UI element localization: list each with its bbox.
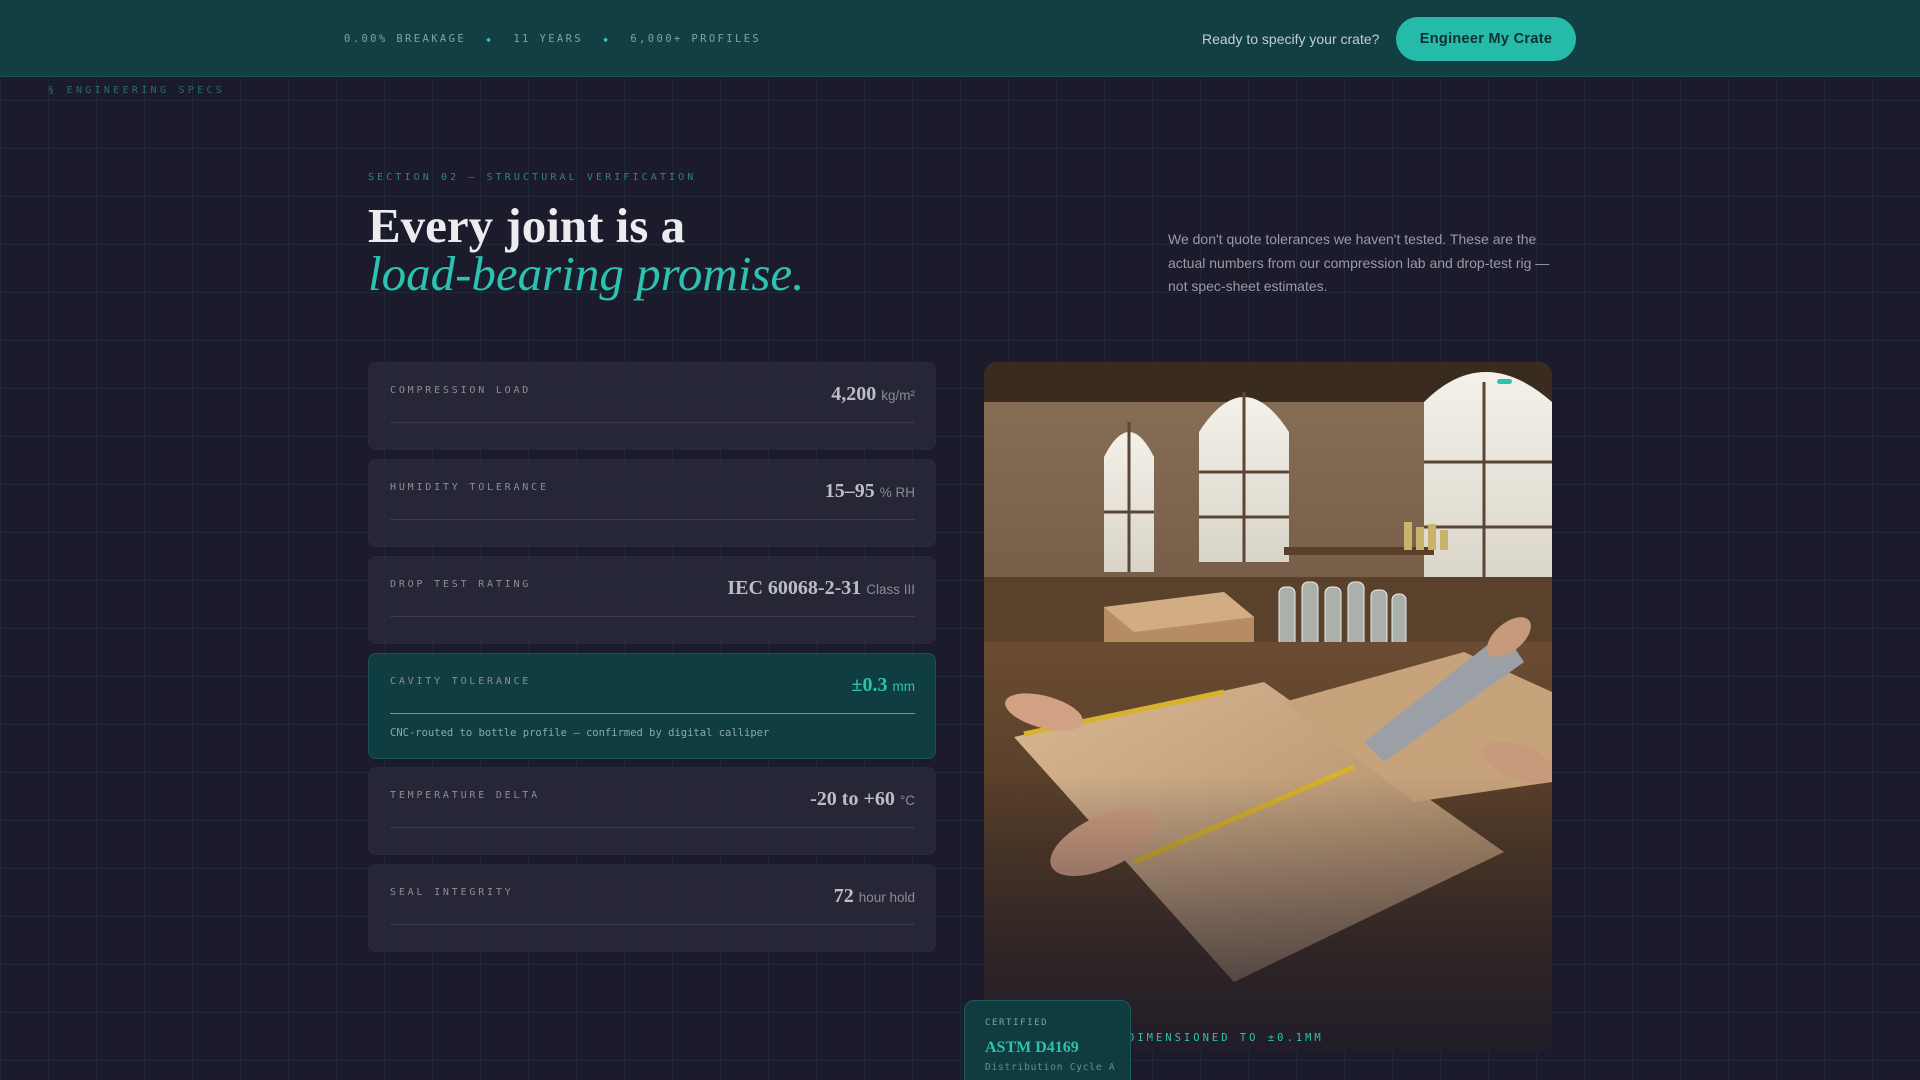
certification-badge: CERTIFIED ASTM D4169 Distribution Cycle … [964,1000,1131,1080]
spec-value: -20 to +60 °C [810,788,915,811]
spec-number: 72 [833,885,854,907]
workshop-illustration [984,362,1552,1052]
spec-number: -20 to +60 [810,788,895,810]
spec-unit: Class III [866,582,915,597]
side-section-label: § ENGINEERING SPECS [48,85,226,96]
spec-card-humidity-tolerance[interactable]: HUMIDITY TOLERANCE 15–95 % RH [368,459,936,547]
cert-code: ASTM D4169 [985,1039,1079,1056]
cta-prompt: Ready to specify your crate? [1202,31,1380,47]
spec-value: 72 hour hold [834,885,915,908]
spec-label: DROP TEST RATING [390,579,532,590]
spec-divider [390,519,915,520]
spec-note: CNC-routed to bottle profile — confirmed… [390,727,770,739]
spec-divider [390,827,915,828]
spec-number: ±0.3 [851,674,888,696]
spec-value: IEC 60068-2-31 Class III [727,577,915,600]
carousel-indicator[interactable] [1497,379,1512,384]
stat-separator-icon: ◆ [486,34,494,44]
spec-card-compression-load[interactable]: COMPRESSION LOAD 4,200 kg/m² [368,362,936,450]
spec-card-drop-test-rating[interactable]: DROP TEST RATING IEC 60068-2-31 Class II… [368,556,936,644]
spec-unit: hour hold [858,890,915,905]
spec-value: 15–95 % RH [825,480,915,503]
photo-caption: DIMENSIONED TO ±0.1MM [1128,1032,1324,1044]
spec-divider [390,616,915,617]
engineer-my-crate-button[interactable]: Engineer My Crate [1396,17,1576,61]
workshop-photo [984,362,1552,1052]
spec-divider [390,422,915,423]
stat-profiles: 6,000+ PROFILES [630,33,762,45]
spec-card-seal-integrity[interactable]: SEAL INTEGRITY 72 hour hold [368,864,936,952]
stat-years: 11 YEARS [513,33,584,45]
intro-paragraph: We don't quote tolerances we haven't tes… [1168,231,1550,294]
spec-label: SEAL INTEGRITY [390,887,514,898]
stat-breakage: 0.00% BREAKAGE [344,33,467,45]
cert-label: CERTIFIED [985,1018,1049,1028]
spec-divider [390,924,915,925]
cert-subtitle: Distribution Cycle A [985,1062,1116,1073]
spec-unit: kg/m² [881,388,915,403]
spec-value: 4,200 kg/m² [831,383,915,406]
spec-number: 15–95 [824,480,875,502]
spec-value: ±0.3 mm [852,674,915,697]
top-bar: 0.00% BREAKAGE ◆ 11 YEARS ◆ 6,000+ PROFI… [0,0,1920,77]
spec-card-temperature-delta[interactable]: TEMPERATURE DELTA -20 to +60 °C [368,767,936,855]
spec-number: 4,200 [831,383,877,405]
spec-label: CAVITY TOLERANCE [390,676,532,687]
spec-divider [390,713,915,714]
stat-separator-icon: ◆ [603,34,611,44]
section-eyebrow: SECTION 02 — STRUCTURAL VERIFICATION [368,172,697,183]
spec-label: TEMPERATURE DELTA [390,790,540,801]
stats-strip: 0.00% BREAKAGE ◆ 11 YEARS ◆ 6,000+ PROFI… [344,33,761,45]
spec-unit: mm [892,679,916,694]
page-title-accent: load-bearing promise. [368,246,805,301]
spec-label: COMPRESSION LOAD [390,385,532,396]
spec-unit: % RH [879,485,915,500]
spec-number: IEC 60068-2-31 [727,577,862,599]
spec-unit: °C [899,793,915,808]
spec-card-cavity-tolerance[interactable]: CAVITY TOLERANCE ±0.3 mm CNC-routed to b… [368,653,936,759]
spec-label: HUMIDITY TOLERANCE [390,482,549,493]
